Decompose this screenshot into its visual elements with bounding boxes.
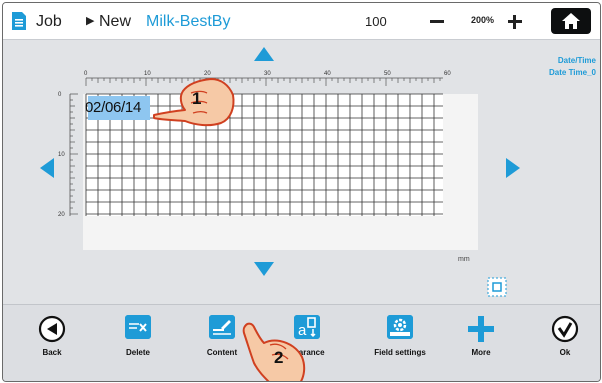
ruler-x-label: 30 xyxy=(264,71,271,77)
plus-icon xyxy=(468,316,494,342)
ruler-x-label: 0 xyxy=(84,71,88,77)
unit-label: mm xyxy=(458,256,470,263)
ruler-x-label: 60 xyxy=(444,71,451,77)
delete-label: Delete xyxy=(125,348,150,357)
back-button[interactable]: Back xyxy=(20,305,84,375)
ok-label: Ok xyxy=(559,348,571,357)
callout-number-2: 2 xyxy=(274,348,284,367)
ruler-x-label: 40 xyxy=(324,71,331,77)
field-settings-label: Field settings xyxy=(374,348,426,357)
delete-field-icon xyxy=(125,315,151,339)
date-field-text[interactable]: 02/06/14 xyxy=(85,99,141,116)
field-settings-button[interactable]: Field settings xyxy=(368,305,432,375)
callout-number-1: 1 xyxy=(192,89,202,108)
delete-button[interactable]: Delete xyxy=(106,305,170,375)
field-settings-icon xyxy=(387,315,413,339)
ruler-y-label: 0 xyxy=(58,92,62,98)
ruler-x-label: 50 xyxy=(384,71,391,77)
screen-frame: Job ▶ New Milk-BestBy 100 200% Date/Time… xyxy=(2,2,601,382)
back-label: Back xyxy=(42,348,62,357)
edit-content-icon xyxy=(209,315,235,339)
more-label: More xyxy=(471,348,491,357)
ruler-y-label: 20 xyxy=(58,212,65,218)
back-arrow-icon xyxy=(38,315,66,343)
checkmark-icon xyxy=(551,315,579,343)
rulers-and-grid: 0 10 20 30 40 50 6001020 xyxy=(58,71,451,218)
ruler-y-label: 10 xyxy=(58,152,65,158)
more-button[interactable]: More xyxy=(449,305,513,375)
ok-button[interactable]: Ok xyxy=(533,305,597,375)
fit-to-view-icon[interactable] xyxy=(487,277,507,297)
